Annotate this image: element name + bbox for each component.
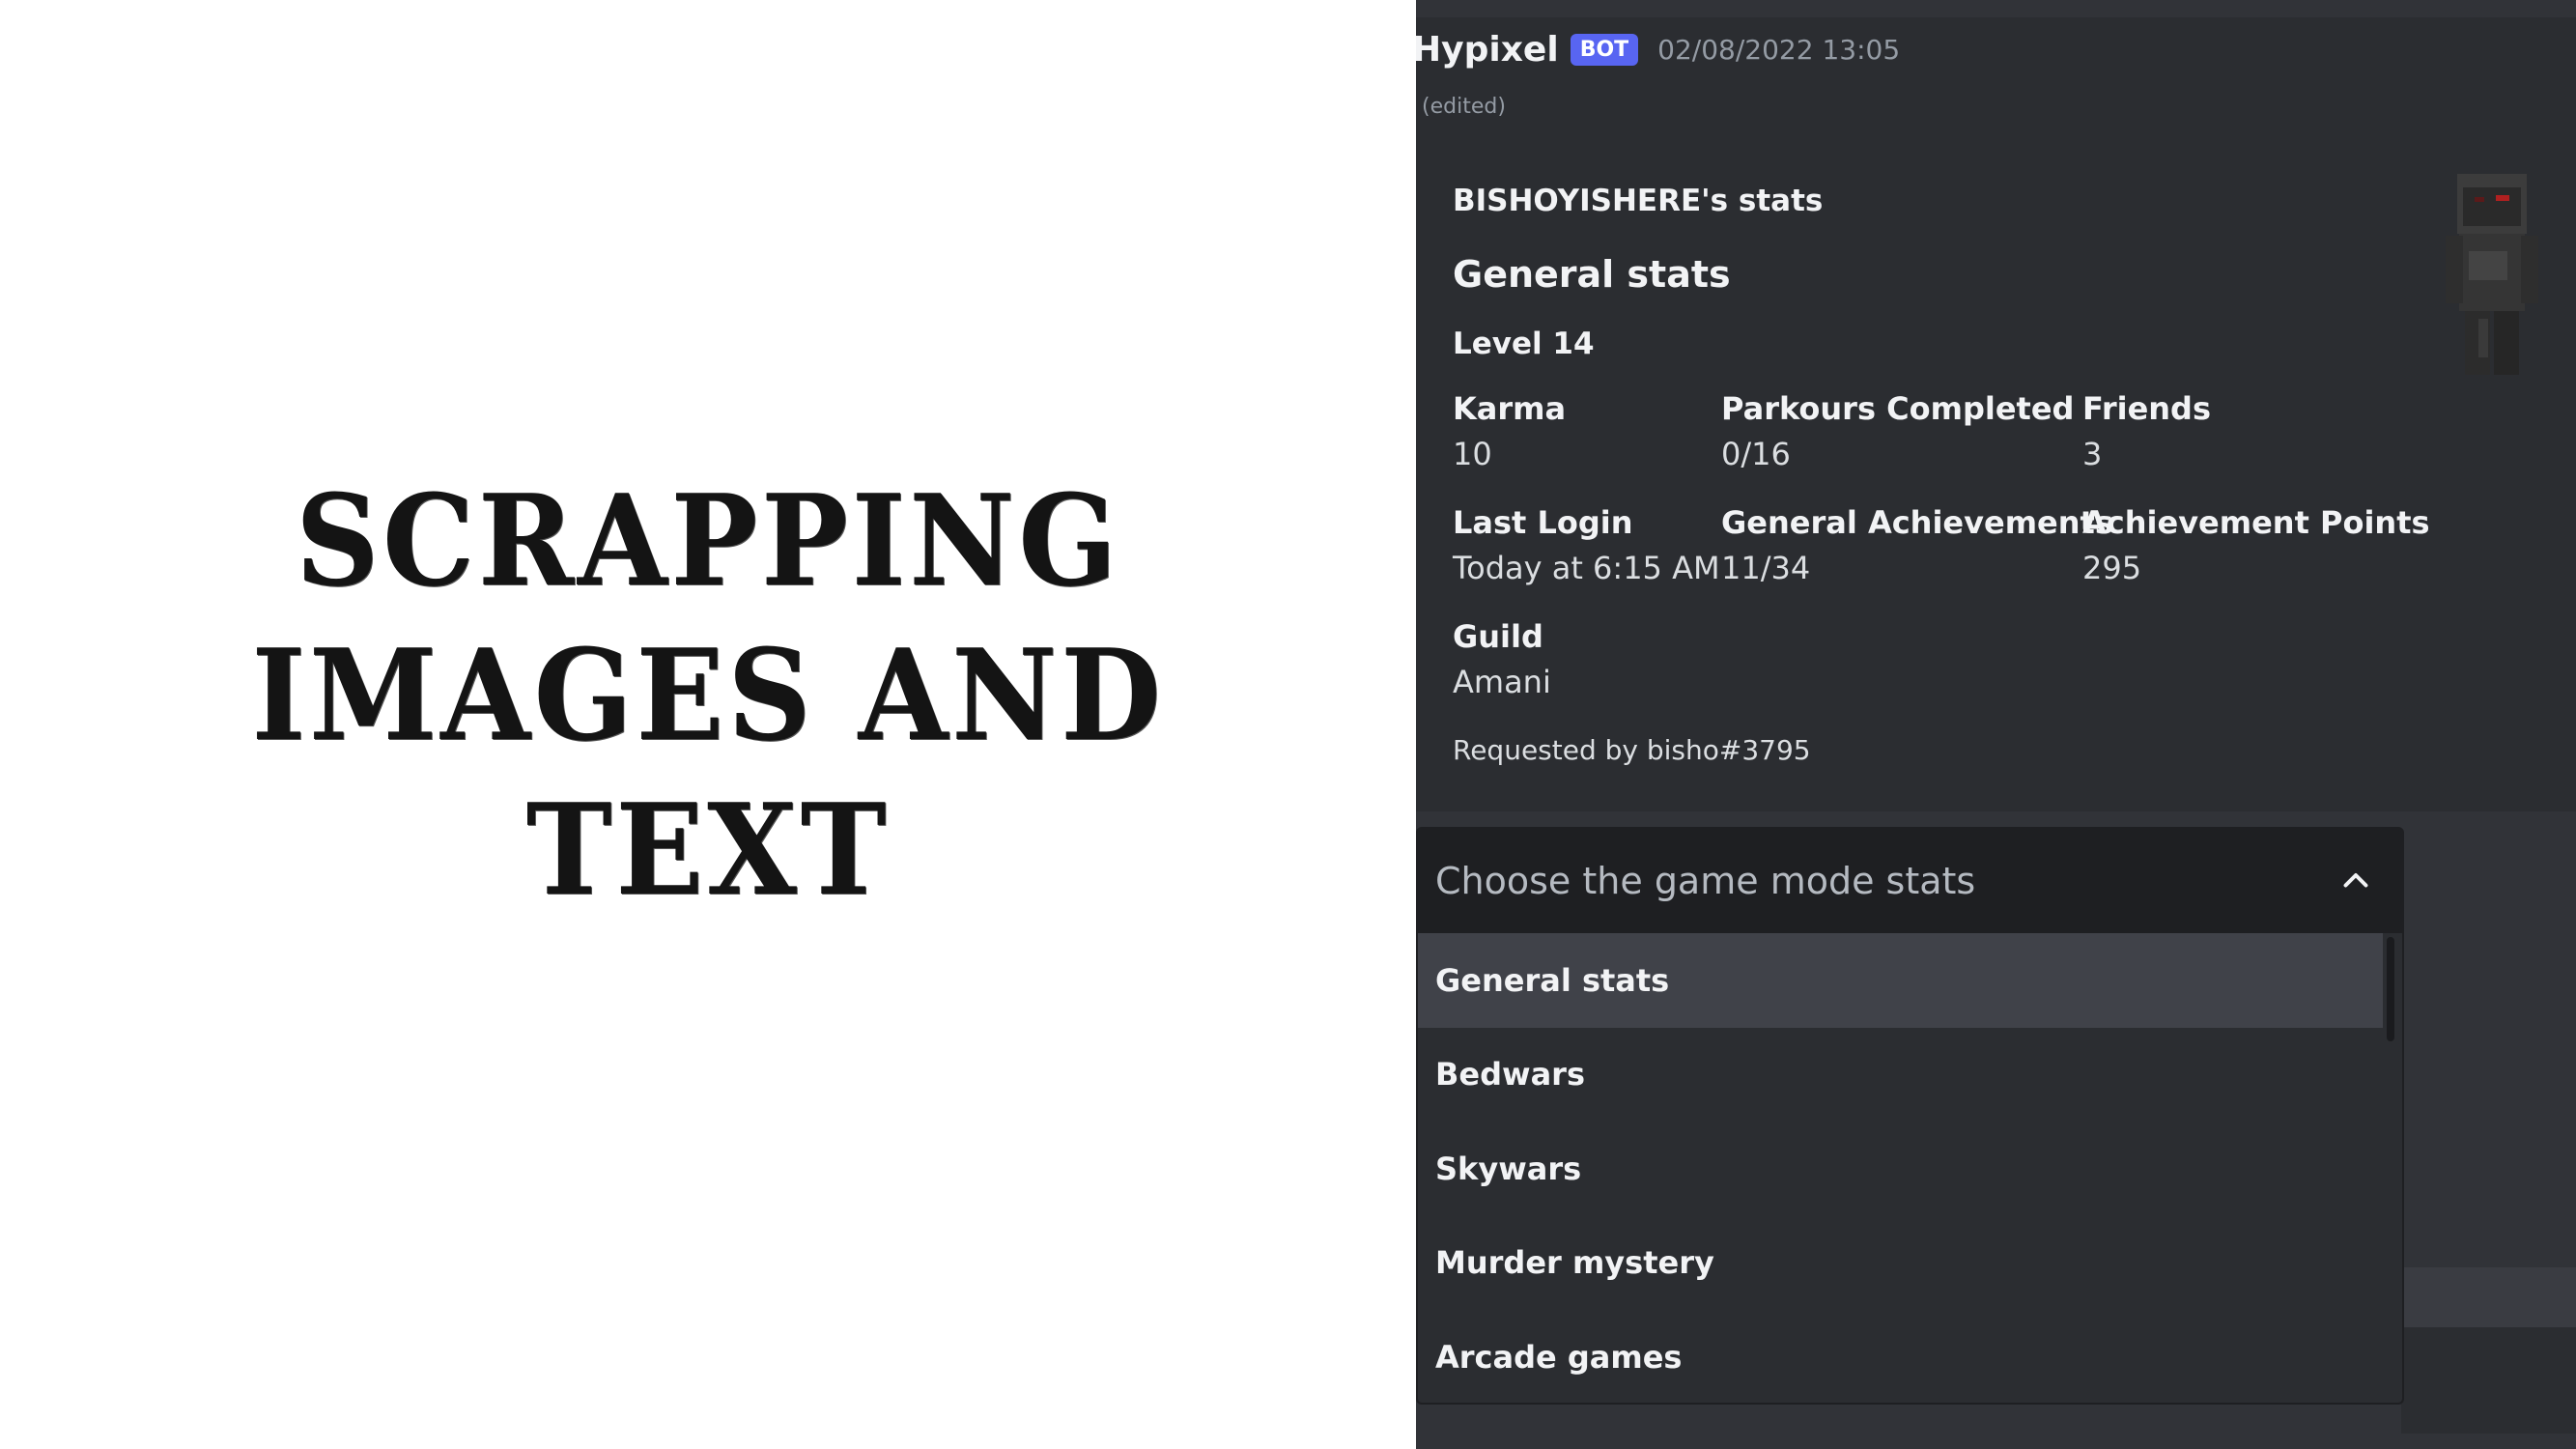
chevron-up-icon[interactable] [2338, 864, 2373, 898]
player-skin-thumbnail[interactable] [2440, 174, 2546, 377]
field-name: Friends [2082, 390, 2211, 427]
slide-title-area: SCRAPPING IMAGES AND TEXT [0, 0, 1416, 1449]
field-last-login: Last Login Today at 6:15 AM [1453, 502, 1720, 593]
field-name: Achievement Points [2082, 504, 2430, 541]
edited-label: (edited) [1422, 95, 1506, 119]
message-timestamp: 02/08/2022 13:05 [1657, 33, 1901, 66]
discord-panel: Hypixel BOT 02/08/2022 13:05 (edited) BI… [1416, 0, 2576, 1449]
field-value: 0/16 [1721, 436, 1791, 472]
chat-row [2401, 1327, 2576, 1449]
option-murder-mystery[interactable]: Murder mystery [1418, 1216, 2402, 1311]
field-name: General Achievements [1721, 504, 2113, 541]
option-general-stats[interactable]: General stats [1418, 933, 2383, 1028]
top-strip [1416, 0, 2576, 17]
field-value: 10 [1453, 436, 1492, 472]
option-skywars[interactable]: Skywars [1418, 1122, 2402, 1216]
slide-title-line-1: SCRAPPING IMAGES AND [251, 467, 1165, 769]
select-menu-header[interactable]: Choose the game mode stats [1418, 829, 2402, 933]
field-name: Parkours Completed [1721, 390, 2075, 427]
embed-footer: Requested by bisho#3795 [1453, 734, 1811, 766]
game-mode-select-menu[interactable]: Choose the game mode stats General stats… [1416, 827, 2404, 1405]
field-value: Amani [1453, 664, 1551, 700]
player-level: Level 14 [1453, 327, 1595, 361]
stats-embed: BISHOYISHERE's stats General stats Level… [1416, 135, 2576, 811]
field-friends: Friends 3 [2082, 388, 2211, 479]
field-guild: Guild Amani [1453, 616, 1551, 707]
embed-section-title: General stats [1453, 253, 1731, 296]
message-header: Hypixel BOT 02/08/2022 13:05 [1416, 25, 1900, 73]
select-placeholder: Choose the game mode stats [1435, 860, 1976, 902]
option-arcade-games[interactable]: Arcade games [1418, 1310, 2402, 1403]
field-value: Today at 6:15 AM [1453, 550, 1720, 586]
field-karma: Karma 10 [1453, 388, 1566, 479]
field-parkours: Parkours Completed 0/16 [1721, 388, 2074, 479]
field-name: Karma [1453, 390, 1567, 427]
field-name: Last Login [1453, 504, 1633, 541]
embed-title: BISHOYISHERE's stats [1453, 184, 1824, 218]
select-scrollbar[interactable] [2387, 937, 2394, 1041]
bot-badge: BOT [1570, 33, 1639, 66]
field-value: 3 [2082, 436, 2103, 472]
field-general-achievements: General Achievements 11/34 [1721, 502, 2113, 593]
option-bedwars[interactable]: Bedwars [1418, 1028, 2402, 1122]
field-value: 295 [2082, 550, 2142, 586]
field-name: Guild [1453, 618, 1543, 655]
author-name[interactable]: Hypixel [1416, 30, 1559, 70]
embed-body: BISHOYISHERE's stats General stats Level… [1416, 135, 2576, 811]
field-achievement-points: Achievement Points 295 [2082, 502, 2430, 593]
bottom-strip [1416, 1434, 2576, 1449]
chat-row-highlight [2401, 1267, 2576, 1327]
field-value: 11/34 [1721, 550, 1811, 586]
slide-title-line-2: TEXT [525, 776, 891, 923]
